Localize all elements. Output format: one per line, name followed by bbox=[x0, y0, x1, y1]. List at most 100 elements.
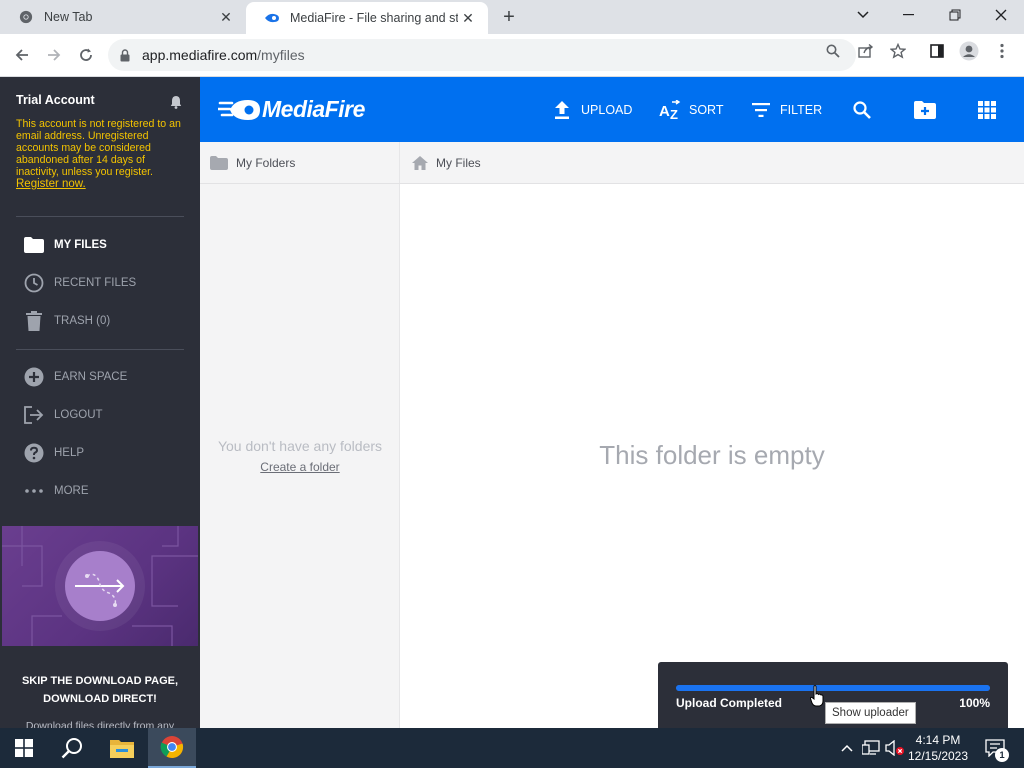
volume-muted-icon[interactable] bbox=[885, 738, 905, 758]
promo-image[interactable] bbox=[2, 526, 198, 646]
sidebar-item-label: MORE bbox=[54, 485, 89, 497]
sidebar-item-label: HELP bbox=[54, 447, 85, 459]
forward-icon[interactable] bbox=[39, 40, 69, 70]
files-area[interactable]: This folder is empty bbox=[400, 184, 1024, 728]
network-icon[interactable] bbox=[861, 738, 881, 758]
chrome-taskbar-icon[interactable] bbox=[148, 728, 196, 768]
browser-tab-strip: New Tab ✕ MediaFire - File sharing and s… bbox=[0, 0, 1024, 34]
upload-percent: 100% bbox=[959, 696, 990, 710]
upload-progress-track bbox=[676, 685, 990, 691]
new-folder-icon[interactable] bbox=[913, 98, 937, 122]
url-host: app.mediafire.com bbox=[142, 47, 258, 63]
warning-text: This account is not registered to an ema… bbox=[16, 118, 181, 178]
profile-avatar-icon[interactable] bbox=[958, 40, 980, 62]
browser-menu-icon[interactable] bbox=[991, 40, 1013, 62]
upload-icon bbox=[551, 99, 573, 121]
restore-icon[interactable] bbox=[932, 0, 978, 30]
no-folders-message: You don't have any folders bbox=[217, 438, 383, 454]
sidebar-item-help[interactable]: HELP bbox=[24, 441, 84, 465]
promo-title-line: DOWNLOAD DIRECT! bbox=[43, 693, 157, 705]
close-tab-icon[interactable]: ✕ bbox=[458, 8, 478, 28]
create-folder-link[interactable]: Create a folder bbox=[200, 460, 400, 474]
bell-icon[interactable] bbox=[170, 95, 184, 109]
chrome-icon bbox=[18, 9, 34, 25]
sidebar-item-earn-space[interactable]: EARN SPACE bbox=[24, 365, 127, 389]
sidebar-item-trash[interactable]: TRASH (0) bbox=[24, 309, 110, 333]
close-window-icon[interactable] bbox=[978, 0, 1024, 30]
folder-icon bbox=[24, 235, 44, 255]
tab-mediafire[interactable]: MediaFire - File sharing and stor ✕ bbox=[246, 2, 488, 34]
sidebar-item-label: RECENT FILES bbox=[54, 277, 137, 289]
tab-title: MediaFire - File sharing and stor bbox=[290, 11, 458, 25]
address-bar[interactable]: app.mediafire.com/myfiles bbox=[108, 39, 856, 71]
trash-icon bbox=[24, 311, 44, 331]
url-text: app.mediafire.com/myfiles bbox=[142, 47, 305, 63]
filter-button[interactable]: FILTER bbox=[750, 99, 822, 121]
folders-header[interactable]: My Folders bbox=[200, 142, 400, 184]
zoom-search-icon[interactable] bbox=[822, 40, 844, 62]
close-tab-icon[interactable]: ✕ bbox=[216, 7, 236, 27]
sort-az-icon: AZ bbox=[659, 99, 681, 121]
lock-icon bbox=[120, 48, 134, 62]
plus-circle-icon bbox=[24, 367, 44, 387]
filter-label: FILTER bbox=[780, 103, 823, 117]
clock[interactable]: 4:14 PM 12/15/2023 bbox=[905, 732, 971, 764]
breadcrumb-current[interactable]: My Files bbox=[436, 156, 481, 170]
account-warning: This account is not registered to an ema… bbox=[16, 118, 182, 190]
tab-search-icon[interactable] bbox=[840, 0, 886, 30]
clock-date: 12/15/2023 bbox=[907, 749, 969, 763]
sidebar-item-logout[interactable]: LOGOUT bbox=[24, 403, 103, 427]
sidebar-item-label: MY FILES bbox=[54, 239, 107, 251]
mediafire-favicon bbox=[264, 10, 280, 26]
sidebar-item-label: TRASH (0) bbox=[54, 315, 111, 327]
account-sidebar: Trial Account This account is not regist… bbox=[0, 77, 200, 728]
back-icon[interactable] bbox=[7, 40, 37, 70]
reload-icon[interactable] bbox=[71, 40, 101, 70]
logout-icon bbox=[24, 405, 44, 425]
windows-start-icon[interactable] bbox=[0, 728, 48, 768]
minimize-icon[interactable] bbox=[886, 0, 932, 30]
sidebar-item-label: EARN SPACE bbox=[54, 371, 128, 383]
search-icon[interactable] bbox=[850, 98, 874, 122]
browser-toolbar: app.mediafire.com/myfiles bbox=[0, 34, 1024, 77]
sidebar-item-my-files[interactable]: MY FILES bbox=[24, 233, 107, 257]
side-panel-icon[interactable] bbox=[926, 40, 948, 62]
new-tab-button[interactable]: + bbox=[498, 6, 520, 28]
mediafire-logo[interactable]: MediaFire bbox=[218, 96, 365, 123]
show-uploader-tooltip: Show uploader bbox=[825, 702, 916, 724]
breadcrumb: My Files bbox=[400, 142, 1024, 184]
register-link[interactable]: Register now. bbox=[16, 178, 86, 190]
clock-time: 4:14 PM bbox=[915, 733, 961, 747]
help-icon bbox=[24, 443, 44, 463]
promo-subtitle: Download files directly from any bbox=[25, 720, 175, 728]
tray-chevron-icon[interactable] bbox=[837, 738, 857, 758]
bookmark-star-icon[interactable] bbox=[887, 40, 909, 62]
notification-count-badge: 1 bbox=[995, 748, 1009, 762]
upload-button[interactable]: UPLOAD bbox=[551, 99, 632, 121]
sidebar-item-more[interactable]: MORE bbox=[24, 479, 89, 503]
home-icon[interactable] bbox=[412, 155, 428, 170]
share-icon[interactable] bbox=[855, 40, 877, 62]
url-path: /myfiles bbox=[257, 47, 305, 63]
more-icon bbox=[24, 481, 44, 501]
divider bbox=[16, 349, 184, 350]
sidebar-item-label: LOGOUT bbox=[54, 409, 103, 421]
grid-view-icon[interactable] bbox=[975, 98, 999, 122]
mediafire-header: MediaFire UPLOAD AZ SORT FILTER bbox=[200, 77, 1024, 142]
filter-icon bbox=[750, 99, 772, 121]
clock-icon bbox=[24, 273, 44, 293]
upload-status: Upload Completed bbox=[676, 696, 783, 710]
download-direct-icon bbox=[65, 551, 135, 621]
upload-progress-fill bbox=[676, 685, 990, 691]
svg-text:Z: Z bbox=[670, 107, 678, 120]
upload-label: UPLOAD bbox=[581, 103, 633, 117]
tab-new-tab[interactable]: New Tab ✕ bbox=[0, 0, 246, 34]
promo-title: SKIP THE DOWNLOAD PAGE, DOWNLOAD DIRECT! bbox=[10, 672, 190, 708]
file-explorer-icon[interactable] bbox=[98, 728, 146, 768]
sort-button[interactable]: AZ SORT bbox=[659, 99, 724, 121]
empty-folder-message: This folder is empty bbox=[599, 440, 825, 470]
sort-label: SORT bbox=[689, 103, 724, 117]
svg-text:A: A bbox=[659, 103, 670, 120]
windows-search-icon[interactable] bbox=[48, 728, 96, 768]
sidebar-item-recent-files[interactable]: RECENT FILES bbox=[24, 271, 136, 295]
